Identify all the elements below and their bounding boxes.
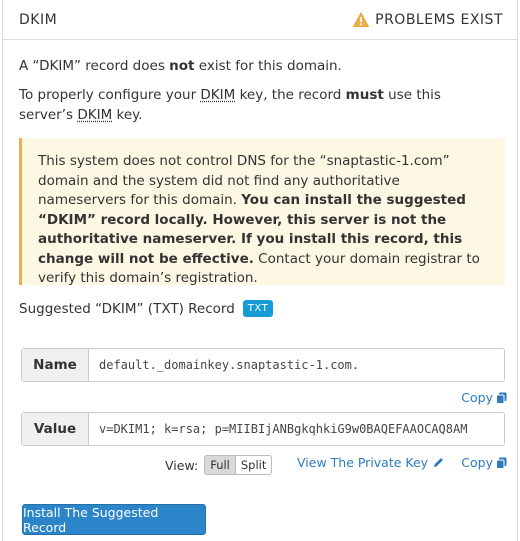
- copy-value-button[interactable]: Copy: [461, 455, 507, 470]
- record-type-badge: TXT: [242, 300, 274, 317]
- dkim-panel: DKIM PROBLEMS EXIST A “DKIM” record does…: [2, 0, 518, 541]
- suggested-record-label: Suggested “DKIM” (TXT) Record: [19, 300, 235, 317]
- name-label: Name: [22, 349, 89, 381]
- panel-title: DKIM: [19, 12, 58, 28]
- view-segmented-control: Full Split: [204, 455, 273, 475]
- view-full-option[interactable]: Full: [205, 456, 236, 474]
- view-toggle: View: Full Split: [165, 455, 273, 475]
- value-field: Value v=DKIM1; k=rsa; p=MIIBIjANBgkqhkiG…: [21, 412, 505, 446]
- dkim-abbreviation: DKIM: [200, 87, 236, 103]
- intro-line-1: A “DKIM” record does not exist for this …: [19, 57, 342, 75]
- dns-warning-alert: This system does not control DNS for the…: [19, 138, 505, 286]
- name-field: Name default._domainkey.snaptastic-1.com…: [21, 348, 505, 382]
- value-label: Value: [22, 413, 89, 445]
- private-key-link-text: View The Private Key: [297, 455, 429, 470]
- value-text[interactable]: v=DKIM1; k=rsa; p=MIIBIjANBgkqhkiG9w0BAQ…: [89, 413, 504, 445]
- name-value[interactable]: default._domainkey.snaptastic-1.com.: [89, 349, 504, 381]
- view-split-option[interactable]: Split: [236, 456, 271, 474]
- view-private-key-link[interactable]: View The Private Key: [297, 455, 445, 470]
- pencil-icon: [434, 458, 444, 467]
- copy-icon: [496, 392, 507, 404]
- copy-label: Copy: [461, 390, 493, 405]
- intro-text: exist for this domain.: [194, 58, 342, 74]
- copy-icon: [496, 457, 507, 469]
- dkim-abbreviation: DKIM: [77, 107, 113, 123]
- intro-line-2: To properly configure your DKIM key, the…: [19, 85, 489, 125]
- status-text: PROBLEMS EXIST: [375, 12, 503, 28]
- suggested-record-heading: Suggested “DKIM” (TXT) Record TXT: [19, 300, 274, 317]
- intro-text: key, the record: [235, 87, 346, 103]
- install-suggested-record-button[interactable]: Install The Suggested Record: [22, 504, 206, 535]
- intro-emphasis: not: [169, 58, 195, 74]
- intro-text: A “DKIM” record does: [19, 58, 170, 74]
- intro-emphasis: must: [345, 87, 384, 103]
- intro-text: key.: [112, 107, 143, 123]
- status-indicator: PROBLEMS EXIST: [353, 12, 503, 28]
- intro-text: To properly configure your: [19, 87, 201, 103]
- panel-header: DKIM PROBLEMS EXIST: [3, 0, 517, 40]
- view-label: View:: [165, 457, 199, 473]
- copy-label: Copy: [461, 455, 493, 470]
- copy-name-button[interactable]: Copy: [461, 390, 507, 405]
- warning-icon: [353, 12, 370, 27]
